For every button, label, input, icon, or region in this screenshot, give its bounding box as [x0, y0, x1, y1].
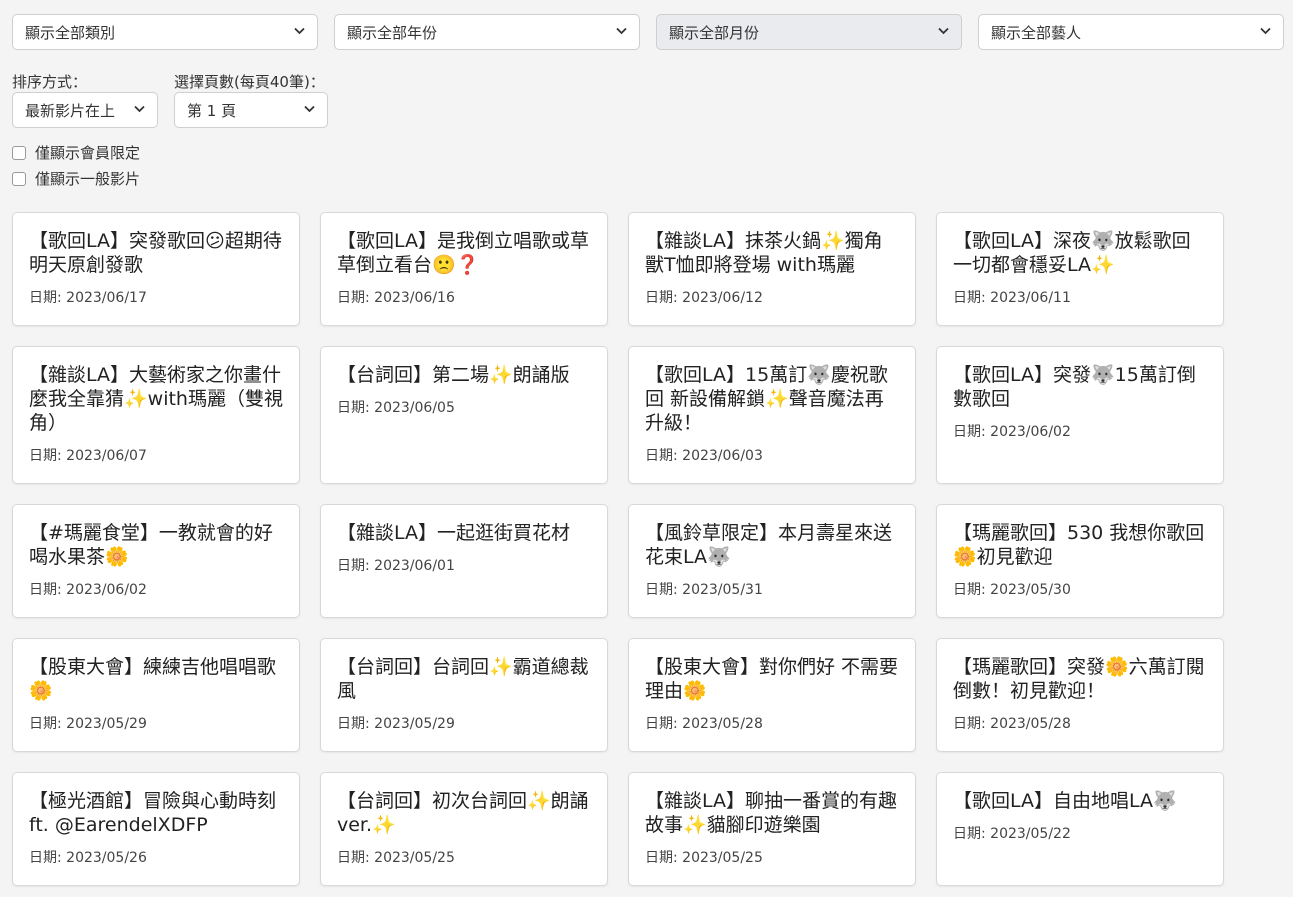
video-title: 【歌回LA】深夜🐺放鬆歌回 一切都會穩妥LA✨ — [953, 230, 1191, 276]
video-date: 日期: 2023/06/02 — [953, 424, 1071, 440]
year-select-value: 顯示全部年份 — [347, 23, 438, 42]
video-title: 【極光酒館】冒險與心動時刻 ft. @EarendelXDFP — [29, 790, 277, 836]
video-title: 【瑪麗歌回】突發🌼六萬訂閱倒數！初見歡迎！ — [953, 656, 1205, 702]
month-select[interactable]: 顯示全部月份 — [656, 14, 962, 50]
video-date: 日期: 2023/05/31 — [645, 582, 763, 598]
video-title: 【台詞回】台詞回✨霸道總裁風 — [337, 656, 589, 702]
video-title: 【#瑪麗食堂】一教就會的好喝水果茶🌼 — [29, 522, 273, 568]
video-title: 【股東大會】練練吉他唱唱歌🌼 — [29, 656, 277, 702]
video-title: 【歌回LA】自由地唱LA🐺 — [953, 790, 1177, 812]
video-title: 【歌回LA】15萬訂🐺慶祝歌回 新設備解鎖✨聲音魔法再升級！ — [645, 364, 888, 434]
video-card[interactable]: 【台詞回】台詞回✨霸道總裁風 日期: 2023/05/29 — [320, 638, 608, 752]
video-title: 【歌回LA】突發🐺15萬訂倒數歌回 — [953, 364, 1196, 410]
video-title: 【股東大會】對你們好 不需要理由🌼 — [645, 656, 899, 702]
video-date: 日期: 2023/06/05 — [337, 400, 455, 416]
video-title: 【台詞回】初次台詞回✨朗誦ver.✨ — [337, 790, 589, 836]
video-card[interactable]: 【#瑪麗食堂】一教就會的好喝水果茶🌼 日期: 2023/06/02 — [12, 504, 300, 618]
video-card[interactable]: 【歌回LA】深夜🐺放鬆歌回 一切都會穩妥LA✨ 日期: 2023/06/11 — [936, 212, 1224, 326]
video-date: 日期: 2023/05/25 — [645, 850, 763, 866]
sort-select-value: 最新影片在上 — [25, 101, 116, 120]
video-date: 日期: 2023/05/28 — [645, 716, 763, 732]
video-card[interactable]: 【歌回LA】是我倒立唱歌或草草倒立看台🙁❓ 日期: 2023/06/16 — [320, 212, 608, 326]
video-date: 日期: 2023/06/16 — [337, 290, 455, 306]
chevron-down-icon — [1260, 27, 1271, 36]
video-date: 日期: 2023/06/11 — [953, 290, 1071, 306]
page-select-value: 第 1 頁 — [187, 101, 237, 120]
category-select[interactable]: 顯示全部類別 — [12, 14, 318, 50]
page-label: 選擇頁數(每頁40筆)： — [174, 73, 325, 91]
video-card[interactable]: 【雜談LA】聊抽一番賞的有趣故事✨貓腳印遊樂園 日期: 2023/05/25 — [628, 772, 916, 886]
members-only-filter[interactable]: 僅顯示會員限定 — [12, 142, 140, 163]
chevron-down-icon — [304, 105, 315, 114]
video-date: 日期: 2023/05/30 — [953, 582, 1071, 598]
video-card[interactable]: 【歌回LA】15萬訂🐺慶祝歌回 新設備解鎖✨聲音魔法再升級！ 日期: 2023/… — [628, 346, 916, 484]
video-card[interactable]: 【瑪麗歌回】530 我想你歌回🌼初見歡迎 日期: 2023/05/30 — [936, 504, 1224, 618]
video-title: 【瑪麗歌回】530 我想你歌回🌼初見歡迎 — [953, 522, 1205, 568]
artist-select[interactable]: 顯示全部藝人 — [978, 14, 1284, 50]
video-date: 日期: 2023/05/28 — [953, 716, 1071, 732]
video-title: 【雜談LA】聊抽一番賞的有趣故事✨貓腳印遊樂園 — [645, 790, 898, 836]
sort-select[interactable]: 最新影片在上 — [12, 92, 158, 128]
video-date: 日期: 2023/05/29 — [337, 716, 455, 732]
month-select-value: 顯示全部月份 — [669, 23, 760, 42]
chevron-down-icon — [134, 105, 145, 114]
video-date: 日期: 2023/05/26 — [29, 850, 147, 866]
video-date: 日期: 2023/06/07 — [29, 448, 147, 464]
video-card[interactable]: 【台詞回】第二場✨朗誦版 日期: 2023/06/05 — [320, 346, 608, 484]
video-title: 【歌回LA】突發歌回😕超期待明天原創發歌 — [29, 230, 282, 276]
general-only-checkbox[interactable] — [12, 171, 26, 186]
members-only-checkbox[interactable] — [12, 145, 26, 160]
video-card[interactable]: 【風鈴草限定】本月壽星來送花束LA🐺 日期: 2023/05/31 — [628, 504, 916, 618]
video-date: 日期: 2023/06/02 — [29, 582, 147, 598]
video-date: 日期: 2023/05/25 — [337, 850, 455, 866]
video-date: 日期: 2023/05/29 — [29, 716, 147, 732]
filter-bar: 顯示全部類別 顯示全部年份 顯示全部月份 顯示全部藝人 — [12, 14, 1284, 52]
video-title: 【雜談LA】大藝術家之你畫什麼我全靠猜✨with瑪麗（雙視角） — [29, 364, 283, 434]
general-only-label: 僅顯示一般影片 — [35, 170, 141, 188]
video-card[interactable]: 【雜談LA】大藝術家之你畫什麼我全靠猜✨with瑪麗（雙視角） 日期: 2023… — [12, 346, 300, 484]
video-card[interactable]: 【股東大會】對你們好 不需要理由🌼 日期: 2023/05/28 — [628, 638, 916, 752]
artist-select-value: 顯示全部藝人 — [991, 23, 1082, 42]
video-date: 日期: 2023/06/01 — [337, 558, 455, 574]
video-title: 【雜談LA】一起逛街買花材 — [337, 522, 571, 544]
video-card[interactable]: 【歌回LA】突發🐺15萬訂倒數歌回 日期: 2023/06/02 — [936, 346, 1224, 484]
video-title: 【台詞回】第二場✨朗誦版 — [337, 364, 570, 386]
year-select[interactable]: 顯示全部年份 — [334, 14, 640, 50]
video-date: 日期: 2023/06/17 — [29, 290, 147, 306]
video-card[interactable]: 【瑪麗歌回】突發🌼六萬訂閱倒數！初見歡迎！ 日期: 2023/05/28 — [936, 638, 1224, 752]
video-date: 日期: 2023/05/22 — [953, 826, 1071, 842]
category-select-value: 顯示全部類別 — [25, 23, 116, 42]
chevron-down-icon — [938, 27, 949, 36]
video-title: 【雜談LA】抹茶火鍋✨獨角獸T恤即將登場 with瑪麗 — [645, 230, 883, 276]
general-only-filter[interactable]: 僅顯示一般影片 — [12, 168, 140, 189]
video-card[interactable]: 【雜談LA】抹茶火鍋✨獨角獸T恤即將登場 with瑪麗 日期: 2023/06/… — [628, 212, 916, 326]
chevron-down-icon — [616, 27, 627, 36]
video-card[interactable]: 【台詞回】初次台詞回✨朗誦ver.✨ 日期: 2023/05/25 — [320, 772, 608, 886]
sort-label: 排序方式： — [12, 73, 88, 91]
video-title: 【風鈴草限定】本月壽星來送花束LA🐺 — [645, 522, 893, 568]
video-date: 日期: 2023/06/12 — [645, 290, 763, 306]
chevron-down-icon — [294, 27, 305, 36]
video-date: 日期: 2023/06/03 — [645, 448, 763, 464]
video-card[interactable]: 【雜談LA】一起逛街買花材 日期: 2023/06/01 — [320, 504, 608, 618]
video-title: 【歌回LA】是我倒立唱歌或草草倒立看台🙁❓ — [337, 230, 590, 276]
video-card[interactable]: 【股東大會】練練吉他唱唱歌🌼 日期: 2023/05/29 — [12, 638, 300, 752]
members-only-label: 僅顯示會員限定 — [35, 144, 141, 162]
page-select[interactable]: 第 1 頁 — [174, 92, 328, 128]
video-card[interactable]: 【歌回LA】突發歌回😕超期待明天原創發歌 日期: 2023/06/17 — [12, 212, 300, 326]
video-card[interactable]: 【歌回LA】自由地唱LA🐺 日期: 2023/05/22 — [936, 772, 1224, 886]
video-card[interactable]: 【極光酒館】冒險與心動時刻 ft. @EarendelXDFP 日期: 2023… — [12, 772, 300, 886]
